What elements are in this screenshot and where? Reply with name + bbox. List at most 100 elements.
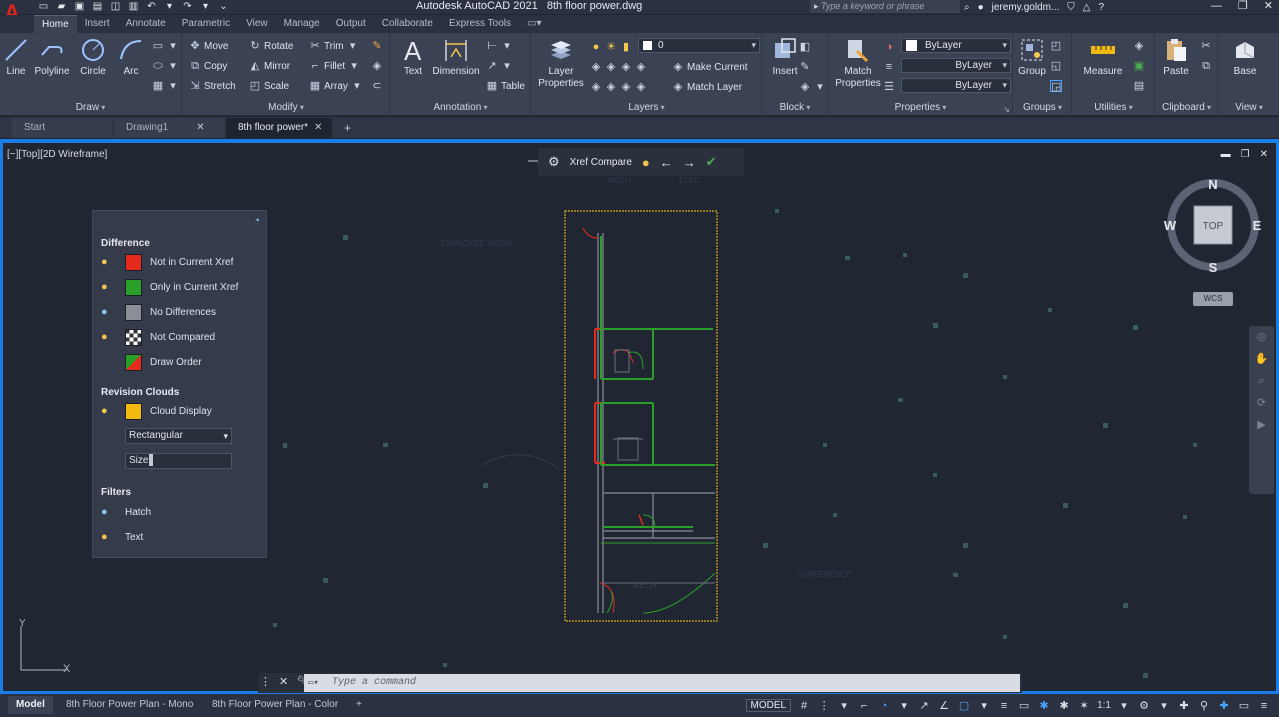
layout-tab-model[interactable]: Model: [8, 696, 53, 714]
auto-scale-icon[interactable]: ✱: [1057, 699, 1071, 712]
nav-steering-wheel-icon[interactable]: ◎: [1249, 326, 1274, 348]
plot-icon[interactable]: ▥: [128, 2, 139, 12]
layer-dropdown[interactable]: 0: [638, 38, 760, 53]
doc-tab-drawing1[interactable]: Drawing1 ✕: [114, 117, 224, 138]
draw-panel-title[interactable]: Draw: [0, 101, 181, 115]
calculator-button[interactable]: ▤: [1133, 78, 1145, 94]
help-search-input[interactable]: Type a keyword or phrase: [810, 0, 960, 13]
polar-tracking-icon[interactable]: ◔: [877, 700, 891, 712]
ungroup-button[interactable]: ◰: [1050, 38, 1062, 54]
match-layer-button[interactable]: ◈ Match Layer: [672, 79, 742, 95]
customize-status-icon[interactable]: ≡: [1257, 700, 1271, 712]
view-panel-title[interactable]: View: [1219, 101, 1279, 115]
web-mobile-icon[interactable]: ◫: [110, 2, 121, 12]
trim-button[interactable]: ✂ Trim ▾: [309, 38, 359, 54]
grid-icon[interactable]: #: [797, 700, 811, 712]
ribbon-tab-manage[interactable]: Manage: [276, 15, 328, 33]
annotation-panel-title[interactable]: Annotation: [391, 101, 530, 115]
bulb-icon[interactable]: ●: [642, 155, 650, 170]
settings-gear-icon[interactable]: ⚙: [548, 154, 560, 170]
layout-add-button[interactable]: +: [348, 696, 370, 714]
ribbon-minimize-toggle[interactable]: ▭▾: [519, 15, 549, 33]
ribbon-tab-output[interactable]: Output: [328, 15, 374, 33]
offset-button[interactable]: ⊂: [371, 78, 383, 94]
stretch-button[interactable]: ⇲ Stretch: [189, 78, 235, 94]
close-icon[interactable]: ✕: [1264, 0, 1273, 13]
undo-icon[interactable]: ↶: [146, 2, 157, 12]
undo-dropdown-icon[interactable]: ▾: [164, 2, 175, 12]
group-button[interactable]: Group: [1010, 37, 1054, 78]
gold-swatch[interactable]: [125, 402, 142, 420]
search-icon[interactable]: ⌕: [964, 2, 970, 13]
nav-pan-icon[interactable]: ✋: [1249, 348, 1274, 370]
table-button[interactable]: ▦ Table: [486, 78, 525, 94]
cut-button[interactable]: ✂: [1200, 38, 1212, 54]
minimize-icon[interactable]: —: [1211, 0, 1222, 13]
chevron-down-icon[interactable]: ▾: [1117, 699, 1131, 712]
close-tab-icon[interactable]: ✕: [196, 122, 204, 133]
color-dropdown[interactable]: ByLayer: [901, 38, 1011, 53]
measure-button[interactable]: Measure: [1079, 37, 1127, 78]
explode-button[interactable]: ◈: [371, 58, 383, 74]
text-filter-icon[interactable]: ●: [101, 531, 111, 543]
finish-compare-icon[interactable]: ✔: [706, 154, 717, 170]
properties-panel-title[interactable]: Properties: [829, 101, 1012, 115]
edit-block-button[interactable]: ✎: [799, 59, 811, 75]
layer-state-icons[interactable]: ● ☀ ▮: [590, 39, 632, 55]
doc-tab-8th-floor-power[interactable]: 8th floor power* ✕: [226, 117, 332, 138]
copy-clip-button[interactable]: ⧉: [1200, 58, 1212, 74]
layout-tab-color[interactable]: 8th Floor Power Plan - Color: [204, 696, 346, 714]
cart-icon[interactable]: ⛉: [1067, 2, 1075, 13]
workspace-gear-icon[interactable]: ⚙: [1137, 699, 1151, 712]
cloud-shape-dropdown[interactable]: Rectangular: [125, 428, 232, 444]
bulb-off-icon[interactable]: ●: [101, 306, 111, 318]
model-space-toggle[interactable]: MODEL: [745, 699, 792, 712]
open-file-icon[interactable]: ▰: [56, 2, 67, 12]
chevron-down-icon[interactable]: ▾: [897, 699, 911, 712]
make-current-button[interactable]: ◈ Make Current: [672, 59, 748, 75]
fillet-button[interactable]: ⌐ Fillet ▾: [309, 58, 360, 74]
gray-swatch[interactable]: [125, 303, 142, 321]
move-button[interactable]: ✥ Move: [189, 38, 228, 54]
drawing-viewport[interactable]: EMPLOYEE WORK CONFERENCE MECH ELEC MECH …: [0, 139, 1279, 694]
layers-panel-title[interactable]: Layers: [532, 101, 761, 115]
bulb-on-icon[interactable]: ●: [101, 331, 111, 343]
snap-icon[interactable]: ⋮: [817, 699, 831, 712]
doc-tab-start[interactable]: Start: [12, 117, 112, 138]
text-button[interactable]: A Text: [391, 37, 435, 78]
save-as-icon[interactable]: ▤: [92, 2, 103, 12]
paste-button[interactable]: Paste: [1154, 37, 1198, 78]
user-icon[interactable]: ●: [978, 2, 984, 13]
compass-east[interactable]: E: [1253, 218, 1262, 233]
bulb-on-icon[interactable]: ●: [101, 281, 111, 293]
isolate-objects-icon[interactable]: ⚲: [1197, 699, 1211, 712]
cloud-size-slider[interactable]: Size: [125, 453, 232, 469]
next-change-icon[interactable]: →: [683, 155, 696, 170]
navigation-bar[interactable]: ◎ ✋ ⌕ ⟳ ▶: [1249, 326, 1274, 494]
command-grip-icon[interactable]: ⋮: [260, 675, 271, 688]
linetype-dropdown[interactable]: ByLayer: [901, 78, 1011, 93]
lineweight-toggle-icon[interactable]: ≡: [997, 700, 1011, 712]
object-snap-tracking-icon[interactable]: ∠: [937, 699, 951, 712]
compass-west[interactable]: W: [1164, 218, 1177, 233]
copy-button[interactable]: ⧉ Copy: [189, 58, 227, 74]
clean-screen-icon[interactable]: ▭: [1237, 699, 1251, 712]
nav-orbit-icon[interactable]: ⟳: [1249, 392, 1274, 414]
help-icon[interactable]: ?: [1098, 2, 1104, 13]
compass-north[interactable]: N: [1208, 177, 1217, 192]
ribbon-tab-express-tools[interactable]: Express Tools: [441, 15, 519, 33]
checker-swatch[interactable]: [125, 328, 142, 346]
transparency-icon[interactable]: ▭: [1017, 699, 1031, 712]
redo-dropdown-icon[interactable]: ▾: [200, 2, 211, 12]
new-file-icon[interactable]: ▭: [38, 2, 49, 12]
annotation-visibility-icon[interactable]: ✱: [1037, 699, 1051, 712]
linear-dim-button[interactable]: ⊢ ▾: [486, 38, 513, 54]
group-select-button[interactable]: ◲: [1050, 78, 1062, 94]
compass-south[interactable]: S: [1209, 260, 1218, 274]
green-swatch[interactable]: [125, 278, 142, 296]
ribbon-tab-collaborate[interactable]: Collaborate: [374, 15, 441, 33]
lineweight-dropdown[interactable]: ByLayer: [901, 58, 1011, 73]
viewcube[interactable]: TOP N S E W: [1164, 176, 1262, 274]
erase-button[interactable]: ✎: [371, 38, 383, 54]
maximize-icon[interactable]: ❐: [1238, 0, 1248, 13]
